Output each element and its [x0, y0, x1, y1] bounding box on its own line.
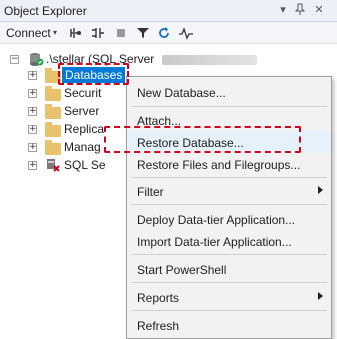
menu-separator	[131, 282, 327, 283]
menu-item-restore-files-filegroups[interactable]: Restore Files and Filegroups...	[127, 153, 331, 175]
pin-icon[interactable]	[293, 3, 307, 17]
folder-icon	[45, 86, 61, 101]
menu-label: Import Data-tier Application...	[137, 235, 292, 249]
expand-icon[interactable]: +	[28, 161, 37, 170]
connect-plug-icon[interactable]	[68, 25, 84, 41]
sql-agent-icon	[45, 157, 61, 176]
menu-item-deploy-data-tier[interactable]: Deploy Data-tier Application...	[127, 208, 331, 230]
menu-label: Refresh	[137, 319, 180, 333]
context-menu: New Database... Attach... Restore Databa…	[126, 76, 332, 339]
annotation-highlight-databases	[58, 63, 129, 85]
collapse-icon[interactable]: −	[10, 55, 19, 64]
menu-label: Start PowerShell	[137, 263, 227, 277]
expand-icon[interactable]: +	[28, 89, 37, 98]
connect-button[interactable]: Connect	[6, 26, 51, 40]
menu-separator	[131, 106, 327, 107]
tree-node-sql-server-agent[interactable]: + SQL Se	[0, 156, 130, 174]
object-explorer-toolbar: Connect ▾	[0, 22, 337, 44]
redacted-server-name	[162, 55, 257, 65]
tree-label-server-objects: Server	[64, 104, 100, 118]
menu-item-import-data-tier[interactable]: Import Data-tier Application...	[127, 230, 331, 252]
activity-monitor-icon[interactable]	[178, 25, 194, 41]
stop-icon[interactable]	[113, 25, 129, 41]
connect-dropdown-icon[interactable]: ▾	[53, 28, 57, 37]
folder-icon	[45, 104, 61, 119]
menu-separator	[131, 204, 327, 205]
tree-node-security[interactable]: + Securit	[0, 84, 130, 102]
refresh-icon[interactable]	[156, 25, 172, 41]
menu-item-new-database[interactable]: New Database...	[127, 81, 331, 103]
menu-label: Restore Files and Filegroups...	[137, 158, 301, 172]
filter-icon[interactable]	[135, 25, 151, 41]
disconnect-icon[interactable]	[90, 25, 106, 41]
close-icon[interactable]: ✕	[312, 3, 326, 17]
expand-icon[interactable]: +	[28, 125, 37, 134]
menu-label: Deploy Data-tier Application...	[137, 213, 296, 227]
menu-label: Filter	[137, 185, 164, 199]
folder-icon	[45, 122, 61, 137]
menu-separator	[131, 177, 327, 178]
window-position-icon[interactable]: ▾	[276, 3, 290, 17]
menu-item-reports[interactable]: Reports	[127, 286, 331, 308]
expand-icon[interactable]: +	[28, 71, 37, 80]
menu-separator	[131, 254, 327, 255]
menu-label: New Database...	[137, 86, 226, 100]
expand-icon[interactable]: +	[28, 143, 37, 152]
annotation-highlight-restore-database	[104, 126, 301, 153]
menu-label: Reports	[137, 291, 180, 305]
tree-label-replication: Replica	[64, 122, 105, 136]
submenu-arrow-icon	[318, 292, 323, 300]
tree-label-sql-server-agent: SQL Se	[64, 158, 106, 172]
expand-icon[interactable]: +	[28, 107, 37, 116]
tree-label-management: Manag	[64, 140, 101, 154]
panel-title: Object Explorer	[4, 4, 87, 18]
menu-item-refresh[interactable]: Refresh	[127, 314, 331, 336]
menu-item-start-powershell[interactable]: Start PowerShell	[127, 258, 331, 280]
menu-separator	[131, 310, 327, 311]
menu-item-filter[interactable]: Filter	[127, 180, 331, 202]
object-explorer-titlebar: Object Explorer ▾ ✕	[0, 0, 337, 22]
tree-node-server-objects[interactable]: + Server	[0, 102, 130, 120]
submenu-arrow-icon	[318, 186, 323, 194]
tree-label-security: Securit	[64, 86, 102, 100]
folder-icon	[45, 140, 61, 155]
